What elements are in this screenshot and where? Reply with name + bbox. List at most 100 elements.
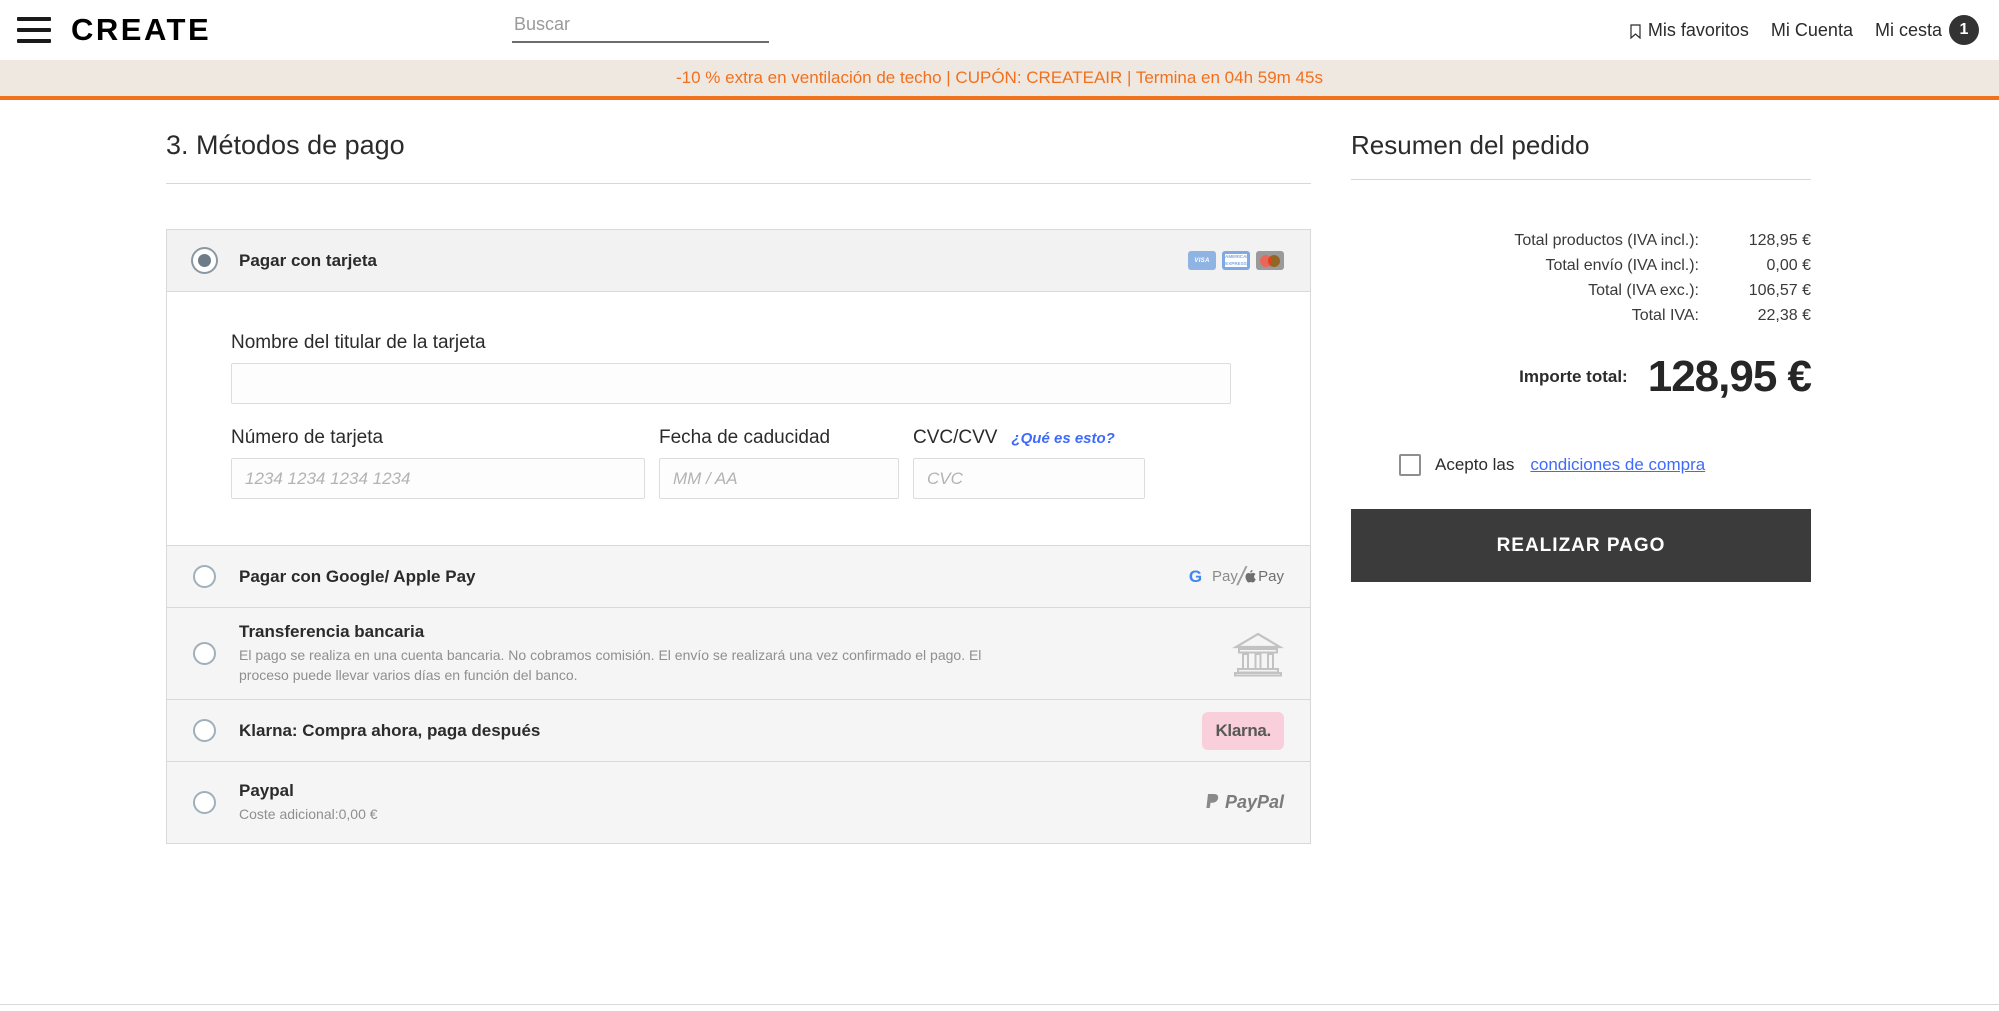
radio-klarna[interactable] (193, 719, 216, 742)
transfer-text-block: Transferencia bancaria El pago se realiz… (239, 622, 1009, 686)
brand-logo[interactable]: CREATE (71, 12, 211, 48)
summary-line: Total IVA: 22,38 € (1351, 305, 1811, 330)
cart-label: Mi cesta (1874, 19, 1942, 40)
card-number-input[interactable] (231, 458, 645, 499)
payment-methods-column: 3. Métodos de pago Pagar con tarjeta VIS… (166, 130, 1311, 844)
summary-line-value: 22,38 € (1757, 307, 1811, 324)
cart-link[interactable]: Mi cesta 1 (1875, 15, 1979, 45)
paypal-icon (1206, 794, 1219, 808)
payment-option-klarna-label: Klarna: Compra ahora, paga después (239, 720, 541, 740)
gpay-logo: G Pay (1189, 567, 1238, 587)
summary-total-row: Importe total: 128,95 € (1351, 352, 1812, 402)
card-number-group: Número de tarjeta (231, 427, 645, 499)
payment-methods-panel: Pagar con tarjeta VISA AMERICAN EXPRESS (166, 229, 1311, 844)
summary-line-value: 106,57 € (1748, 282, 1811, 299)
applepay-logo: Pay (1245, 568, 1284, 585)
summary-line: Total envío (IVA incl.): 0,00 € (1351, 255, 1811, 280)
favorites-label: Mis favoritos (1647, 19, 1749, 40)
radio-googleapple[interactable] (193, 565, 216, 588)
card-expiry-group: Fecha de caducidad (659, 427, 899, 499)
card-expiry-label: Fecha de caducidad (659, 427, 831, 448)
payment-option-googleapple-label: Pagar con Google/ Apple Pay (239, 566, 476, 586)
search-container (512, 10, 769, 43)
radio-transfer[interactable] (193, 642, 216, 665)
terms-checkbox[interactable] (1399, 454, 1421, 476)
hamburger-bar (17, 17, 51, 21)
visa-logo-text: VISA (1194, 257, 1210, 264)
payment-option-paypal[interactable]: Paypal Coste adicional:0,00 € PayPal (167, 761, 1310, 843)
summary-total-value: 128,95 € (1647, 352, 1812, 401)
summary-line-value: 0,00 € (1766, 257, 1811, 274)
payment-option-card[interactable]: Pagar con tarjeta VISA AMERICAN EXPRESS (167, 230, 1310, 292)
radio-paypal[interactable] (193, 791, 216, 814)
card-cvc-group: CVC/CVV ¿Qué es esto? (913, 427, 1145, 499)
cart-count-badge: 1 (1949, 15, 1979, 45)
hamburger-icon[interactable] (17, 17, 51, 43)
bank-icon (1232, 632, 1284, 676)
cvc-help-link[interactable]: ¿Qué es esto? (1011, 430, 1114, 447)
summary-line-value: 128,95 € (1748, 232, 1811, 249)
paypal-logo: PayPal (1206, 792, 1284, 813)
payment-option-card-label: Pagar con tarjeta (239, 250, 377, 270)
amex-logo: AMERICAN EXPRESS (1222, 251, 1250, 270)
card-cvc-label: CVC/CVV (913, 427, 998, 448)
gpay-g-letter: G (1188, 566, 1203, 586)
summary-line: Total (IVA exc.): 106,57 € (1351, 280, 1811, 305)
summary-divider (1351, 179, 1811, 180)
klarna-logo-wrap: Klarna. (1202, 711, 1284, 750)
order-summary-column: Resumen del pedido Total productos (IVA … (1351, 130, 1812, 844)
googleapple-logos: G Pay / Pay (1189, 561, 1284, 592)
summary-line-label: Total IVA: (1631, 307, 1699, 324)
summary-line: Total productos (IVA incl.): 128,95 € (1351, 230, 1811, 255)
payment-option-paypal-description: Coste adicional:0,00 € (239, 805, 378, 822)
promo-banner[interactable]: -10 % extra en ventilación de techo | CU… (0, 60, 1999, 100)
visa-logo: VISA (1188, 251, 1216, 270)
applepay-text: Pay (1258, 568, 1284, 585)
favorites-link[interactable]: Mis favoritos (1630, 20, 1749, 41)
payment-option-transfer-description: El pago se realiza en una cuenta bancari… (239, 646, 982, 683)
apple-icon (1245, 570, 1256, 583)
terms-link[interactable]: condiciones de compra (1530, 455, 1705, 475)
payment-option-klarna[interactable]: Klarna: Compra ahora, paga después Klarn… (167, 699, 1310, 761)
summary-line-label: Total envío (IVA incl.): (1545, 257, 1699, 274)
mastercard-circle-right (1268, 254, 1280, 267)
card-expiry-input[interactable] (659, 458, 899, 499)
header-actions: Mis favoritos Mi Cuenta Mi cesta 1 (1630, 0, 1979, 60)
card-brand-logos: VISA AMERICAN EXPRESS (1188, 251, 1284, 270)
holder-name-input[interactable] (231, 363, 1231, 404)
summary-lines: Total productos (IVA incl.): 128,95 € To… (1351, 230, 1811, 330)
card-cvc-input[interactable] (913, 458, 1145, 499)
promo-text: -10 % extra en ventilación de techo | CU… (676, 68, 1323, 87)
hamburger-bar (17, 39, 51, 43)
page-title: 3. Métodos de pago (166, 130, 405, 160)
summary-line-label: Total (IVA exc.): (1588, 282, 1699, 299)
terms-label: Acepto las (1435, 455, 1515, 474)
page-body: 3. Métodos de pago Pagar con tarjeta VIS… (0, 100, 1999, 844)
payment-option-paypal-label: Paypal (239, 780, 294, 800)
summary-total-label: Importe total: (1519, 367, 1628, 386)
amex-logo-text: AMERICAN EXPRESS (1225, 254, 1250, 267)
cvc-label-row: CVC/CVV ¿Qué es esto? (913, 427, 1145, 458)
paypal-text-block: Paypal Coste adicional:0,00 € (239, 781, 378, 824)
card-details-row: Número de tarjeta Fecha de caducidad CVC… (231, 427, 1310, 499)
account-link[interactable]: Mi Cuenta (1771, 20, 1853, 41)
gpay-text: Pay (1212, 568, 1238, 585)
card-form: Nombre del titular de la tarjeta Número … (167, 292, 1310, 545)
bank-logo-wrap (1232, 631, 1284, 677)
footer-divider (0, 1004, 1999, 1005)
search-input[interactable] (512, 10, 769, 43)
radio-card[interactable] (193, 249, 216, 272)
place-order-button[interactable]: REALIZAR PAGO (1351, 509, 1811, 582)
account-label: Mi Cuenta (1770, 19, 1853, 40)
card-number-label: Número de tarjeta (231, 427, 384, 448)
hamburger-bar (17, 28, 51, 32)
summary-line-label: Total productos (IVA incl.): (1514, 232, 1699, 249)
payment-option-transfer-label: Transferencia bancaria (239, 621, 425, 641)
title-divider (166, 183, 1311, 184)
payment-option-transfer[interactable]: Transferencia bancaria El pago se realiz… (167, 607, 1310, 699)
klarna-logo: Klarna. (1202, 711, 1284, 750)
payment-option-googleapple[interactable]: Pagar con Google/ Apple Pay G Pay / Pay (167, 545, 1310, 607)
paypal-logo-wrap: PayPal (1206, 792, 1284, 813)
summary-title: Resumen del pedido (1351, 130, 1590, 160)
holder-name-label: Nombre del titular de la tarjeta (231, 332, 486, 353)
